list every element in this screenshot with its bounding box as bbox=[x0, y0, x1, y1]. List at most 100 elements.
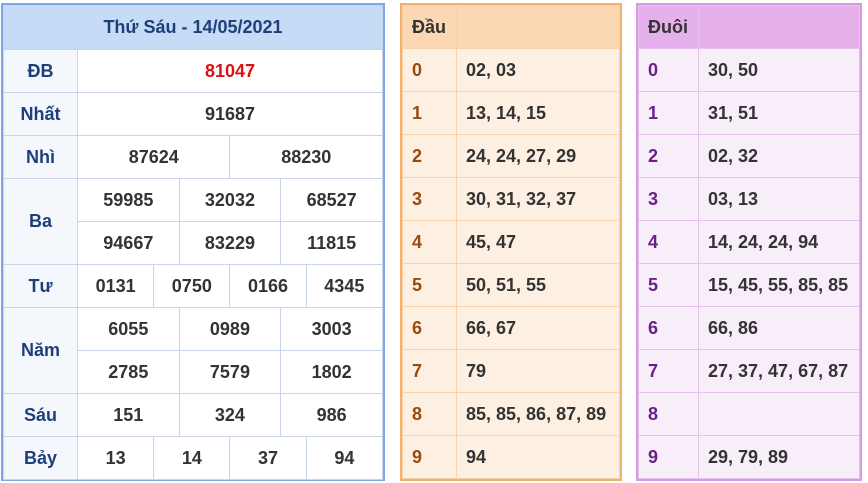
prize-value-ba: 11815 bbox=[280, 221, 383, 265]
dau-values: 79 bbox=[456, 349, 620, 393]
duoi-values: 14, 24, 24, 94 bbox=[698, 220, 860, 264]
prize-value-ba: 32032 bbox=[178, 178, 282, 222]
duoi-digit: 9 bbox=[638, 435, 699, 479]
duoi-digit: 1 bbox=[638, 91, 699, 135]
duoi-values: 27, 37, 47, 67, 87 bbox=[698, 349, 860, 393]
dau-digit: 5 bbox=[402, 263, 457, 307]
prize-value-ba: 59985 bbox=[77, 178, 180, 222]
prize-value-tu: 4345 bbox=[305, 264, 384, 308]
dau-row: 3 30, 31, 32, 37 bbox=[402, 177, 620, 221]
duoi-row: 0 30, 50 bbox=[638, 48, 860, 92]
prize-value-sau: 324 bbox=[178, 393, 282, 437]
duoi-header-row: Đuôi bbox=[638, 5, 860, 49]
prize-value-ba: 94667 bbox=[77, 221, 180, 265]
dau-digit: 2 bbox=[402, 134, 457, 178]
prize-value-tu: 0166 bbox=[229, 264, 307, 308]
dau-header-row: Đầu bbox=[402, 5, 620, 49]
duoi-table: Đuôi 0 30, 50 1 31, 51 2 02, 32 3 03, 13 4 14, 24… bbox=[636, 3, 862, 481]
duoi-row: 5 15, 45, 55, 85, 85 bbox=[638, 263, 860, 307]
prize-value-nam: 3003 bbox=[280, 307, 383, 351]
duoi-row: 8 bbox=[638, 392, 860, 436]
prize-label-tu: Tư bbox=[3, 264, 78, 308]
duoi-row: 4 14, 24, 24, 94 bbox=[638, 220, 860, 264]
duoi-values: 31, 51 bbox=[698, 91, 860, 135]
dau-row: 2 24, 24, 27, 29 bbox=[402, 134, 620, 178]
dau-values: 30, 31, 32, 37 bbox=[456, 177, 620, 221]
dau-row: 9 94 bbox=[402, 435, 620, 479]
dau-values: 45, 47 bbox=[456, 220, 620, 264]
duoi-digit: 8 bbox=[638, 392, 699, 436]
duoi-values: 66, 86 bbox=[698, 306, 860, 350]
duoi-digit: 4 bbox=[638, 220, 699, 264]
dau-row: 5 50, 51, 55 bbox=[402, 263, 620, 307]
dau-digit: 0 bbox=[402, 48, 457, 92]
dau-values: 66, 67 bbox=[456, 306, 620, 350]
prize-value-bay: 14 bbox=[153, 436, 231, 480]
prize-label-nhi: Nhì bbox=[3, 135, 78, 179]
prize-value-bay: 37 bbox=[229, 436, 307, 480]
dau-row: 4 45, 47 bbox=[402, 220, 620, 264]
dau-values: 94 bbox=[456, 435, 620, 479]
prize-row-nam: Năm 6055 0989 3003 bbox=[3, 307, 383, 394]
prize-value-nhi: 88230 bbox=[229, 135, 383, 179]
dau-digit: 1 bbox=[402, 91, 457, 135]
dau-digit: 8 bbox=[402, 392, 457, 436]
duoi-header-blank bbox=[698, 5, 860, 49]
prize-value-sau: 151 bbox=[77, 393, 180, 437]
prize-value-nam: 7579 bbox=[178, 350, 282, 394]
prize-value-nhi: 87624 bbox=[76, 135, 231, 179]
prize-value-nam: 0989 bbox=[178, 307, 282, 351]
duoi-header: Đuôi bbox=[638, 5, 699, 49]
dau-digit: 7 bbox=[402, 349, 457, 393]
dau-header-blank bbox=[456, 5, 620, 49]
duoi-digit: 0 bbox=[638, 48, 699, 92]
dau-values: 85, 85, 86, 87, 89 bbox=[456, 392, 620, 436]
prize-row-nhat: Nhất 91687 bbox=[3, 92, 383, 136]
prize-value-nam: 6055 bbox=[77, 307, 180, 351]
dau-row: 0 02, 03 bbox=[402, 48, 620, 92]
prize-label-sau: Sáu bbox=[3, 393, 78, 437]
results-grid: Thứ Sáu - 14/05/2021 ĐB 81047 Nhất 91687… bbox=[3, 5, 384, 480]
prize-row-bay: Bảy 13 14 37 94 bbox=[3, 436, 384, 480]
prize-label-db: ĐB bbox=[3, 49, 78, 93]
duoi-digit: 6 bbox=[638, 306, 699, 350]
duoi-digit: 5 bbox=[638, 263, 699, 307]
prize-value-db: 81047 bbox=[77, 49, 383, 93]
duoi-digit: 2 bbox=[638, 134, 699, 178]
draw-date-title: Thứ Sáu - 14/05/2021 bbox=[3, 5, 383, 50]
prize-value-ba: 68527 bbox=[280, 178, 383, 222]
dau-values: 50, 51, 55 bbox=[456, 263, 620, 307]
prize-row-tu: Tư 0131 0750 0166 4345 bbox=[3, 264, 384, 308]
dau-row: 7 79 bbox=[402, 349, 620, 393]
dau-header: Đầu bbox=[402, 5, 457, 49]
dau-row: 1 13, 14, 15 bbox=[402, 91, 620, 135]
prize-label-nam: Năm bbox=[3, 307, 78, 394]
prize-value-bay: 94 bbox=[305, 436, 384, 480]
prize-value-tu: 0131 bbox=[76, 264, 155, 308]
duoi-values: 03, 13 bbox=[698, 177, 860, 221]
dau-digit: 4 bbox=[402, 220, 457, 264]
dau-values: 02, 03 bbox=[456, 48, 620, 92]
duoi-values: 15, 45, 55, 85, 85 bbox=[698, 263, 860, 307]
prize-label-nhat: Nhất bbox=[3, 92, 78, 136]
dau-digit: 3 bbox=[402, 177, 457, 221]
duoi-values bbox=[698, 392, 860, 436]
prize-value-ba: 83229 bbox=[178, 221, 282, 265]
prize-row-sau: Sáu 151 324 986 bbox=[3, 393, 383, 437]
prize-value-nam: 1802 bbox=[280, 350, 383, 394]
prize-value-nhat: 91687 bbox=[77, 92, 383, 136]
dau-row: 6 66, 67 bbox=[402, 306, 620, 350]
duoi-grid: Đuôi 0 30, 50 1 31, 51 2 02, 32 3 03, 13 4 14, 24… bbox=[638, 5, 860, 479]
duoi-row: 3 03, 13 bbox=[638, 177, 860, 221]
dau-values: 24, 24, 27, 29 bbox=[456, 134, 620, 178]
results-table: Thứ Sáu - 14/05/2021 ĐB 81047 Nhất 91687… bbox=[1, 3, 385, 481]
prize-value-bay: 13 bbox=[76, 436, 155, 480]
prize-label-bay: Bảy bbox=[3, 436, 78, 480]
dau-grid: Đầu 0 02, 03 1 13, 14, 15 2 24, 24, 27, 29 3 30… bbox=[402, 5, 620, 479]
duoi-row: 7 27, 37, 47, 67, 87 bbox=[638, 349, 860, 393]
duoi-values: 02, 32 bbox=[698, 134, 860, 178]
dau-digit: 9 bbox=[402, 435, 457, 479]
prize-row-nhi: Nhì 87624 88230 bbox=[3, 135, 383, 179]
duoi-values: 30, 50 bbox=[698, 48, 860, 92]
duoi-row: 2 02, 32 bbox=[638, 134, 860, 178]
